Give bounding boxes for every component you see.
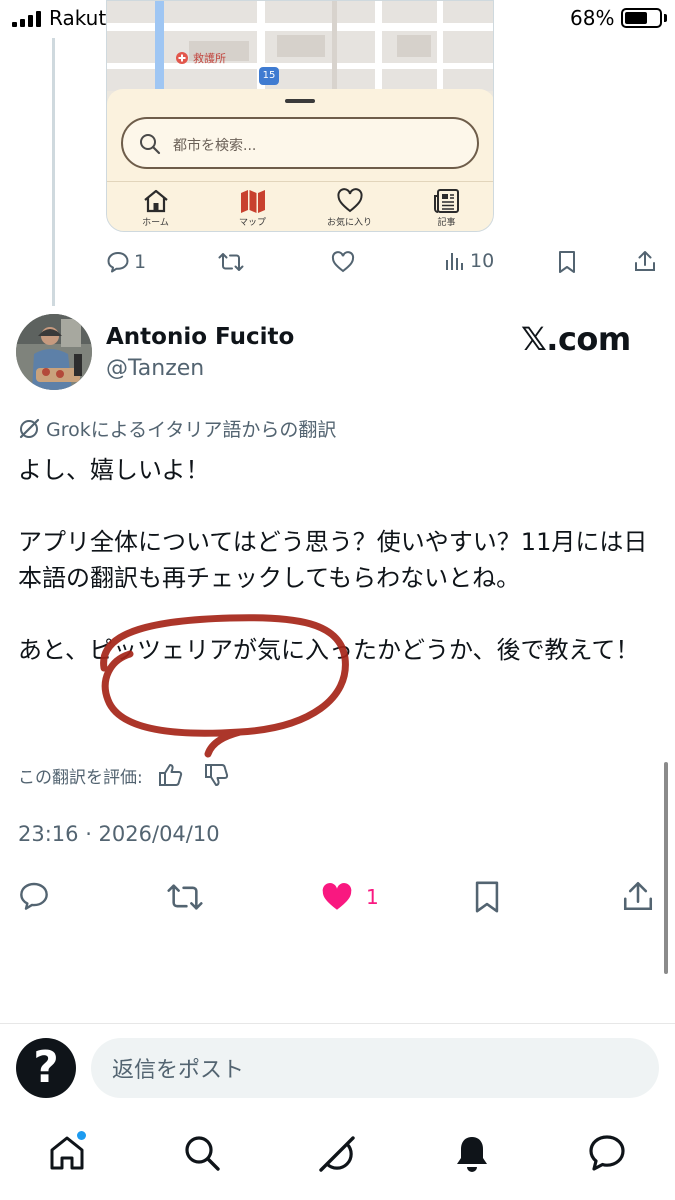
- retweet-button[interactable]: [218, 250, 244, 274]
- embedded-tab-articles: 記事: [398, 188, 493, 228]
- embedded-map: 救護所 15: [107, 1, 493, 91]
- embedded-tab-favorites: お気に入り: [301, 188, 398, 228]
- retweet-button[interactable]: [166, 880, 204, 914]
- author-handle[interactable]: @Tanzen: [106, 356, 204, 381]
- rate-translation-label: この翻訳を評価:: [18, 767, 143, 788]
- embedded-search-placeholder: 都市を検索...: [173, 138, 257, 154]
- newspaper-icon: [433, 189, 459, 213]
- battery-percent: 68%: [570, 6, 615, 30]
- views-button[interactable]: 10: [444, 250, 494, 272]
- embedded-bottom-sheet: 都市を検索... ホーム マップ お気に入り 記事: [107, 89, 493, 231]
- retweet-icon: [167, 884, 203, 910]
- reply-icon: [107, 252, 129, 273]
- reply-icon: [20, 882, 48, 910]
- scroll-indicator: [664, 762, 668, 974]
- bottom-navigation: [0, 1125, 675, 1185]
- reply-button[interactable]: [17, 880, 51, 912]
- grok-icon: [19, 418, 40, 438]
- battery-tip: [664, 14, 667, 22]
- thumbs-up-icon[interactable]: [157, 762, 185, 788]
- search-icon: [140, 134, 161, 155]
- embedded-tab-label: 記事: [437, 218, 456, 228]
- embedded-tab-map: マップ: [204, 188, 301, 228]
- reply-input-placeholder: 返信をポスト: [112, 1057, 245, 1082]
- embedded-search-field: 都市を検索...: [121, 117, 479, 169]
- nav-grok[interactable]: [316, 1133, 358, 1179]
- nav-messages[interactable]: [587, 1133, 627, 1177]
- embedded-tab-label: お気に入り: [326, 218, 372, 228]
- search-icon: [185, 1136, 220, 1171]
- bookmark-button[interactable]: [472, 880, 502, 914]
- sheet-handle: [285, 99, 315, 103]
- views-count: 10: [470, 250, 495, 272]
- messages-icon: [589, 1135, 625, 1171]
- reply-input[interactable]: 返信をポスト: [91, 1038, 659, 1098]
- embedded-app-screenshot[interactable]: 救護所 15 都市を検索... ホーム マップ お気に入り 記事: [106, 0, 494, 232]
- nav-home[interactable]: [47, 1131, 87, 1177]
- hospital-marker-icon: [176, 52, 188, 64]
- tweet-timestamp[interactable]: 23:16 · 2026/04/10: [18, 822, 220, 846]
- embedded-tab-label: ホーム: [142, 218, 169, 228]
- bookmark-icon: [475, 881, 499, 913]
- bookmark-icon: [559, 251, 575, 273]
- route-shield: 15: [259, 67, 279, 85]
- grok-icon: [319, 1136, 355, 1172]
- embedded-tab-label: マップ: [238, 218, 266, 228]
- rate-translation: この翻訳を評価:: [18, 762, 231, 788]
- map-label-first: 救護所: [193, 52, 226, 65]
- nav-notifications[interactable]: [452, 1133, 492, 1177]
- share-button[interactable]: [634, 249, 656, 273]
- heart-filled-icon: [322, 883, 352, 910]
- like-count: 1: [366, 885, 379, 909]
- avatar-photo: [16, 314, 92, 390]
- translation-note-text: Grokによるイタリア語からの翻訳: [46, 419, 337, 441]
- parent-tweet-actions: 1 10: [0, 246, 675, 280]
- nav-search[interactable]: [182, 1133, 222, 1177]
- notifications-icon: [457, 1137, 487, 1172]
- share-button[interactable]: [622, 879, 654, 913]
- author-name[interactable]: Antonio Fucito: [106, 324, 294, 350]
- like-button[interactable]: 1: [318, 880, 379, 914]
- bookmark-button[interactable]: [557, 250, 577, 274]
- battery-level: [625, 12, 647, 24]
- battery-icon: [621, 8, 662, 28]
- embedded-tab-bar: ホーム マップ お気に入り 記事: [107, 181, 493, 231]
- home-icon: [143, 189, 168, 213]
- map-icon: [240, 190, 265, 213]
- translation-note[interactable]: Grokによるイタリア語からの翻訳: [18, 415, 336, 442]
- heart-icon: [331, 251, 355, 273]
- heart-icon: [336, 188, 363, 213]
- share-icon: [635, 251, 655, 271]
- retweet-icon: [218, 253, 244, 271]
- reply-count: 1: [134, 251, 147, 273]
- home-notification-dot: [77, 1131, 86, 1140]
- reply-button[interactable]: 1: [106, 250, 146, 274]
- avatar[interactable]: [16, 314, 92, 390]
- handdrawn-circle-annotation: [100, 614, 349, 758]
- like-button[interactable]: [331, 250, 355, 274]
- reply-bar-divider: [0, 1023, 675, 1024]
- thumbs-down-icon[interactable]: [203, 762, 231, 788]
- tweet-actions: 1: [0, 872, 675, 918]
- help-icon[interactable]: ?: [16, 1038, 76, 1098]
- share-icon: [623, 881, 653, 911]
- x-watermark: 𝕏.com: [521, 320, 631, 358]
- embedded-tab-home: ホーム: [107, 188, 204, 228]
- analytics-icon: [446, 253, 463, 270]
